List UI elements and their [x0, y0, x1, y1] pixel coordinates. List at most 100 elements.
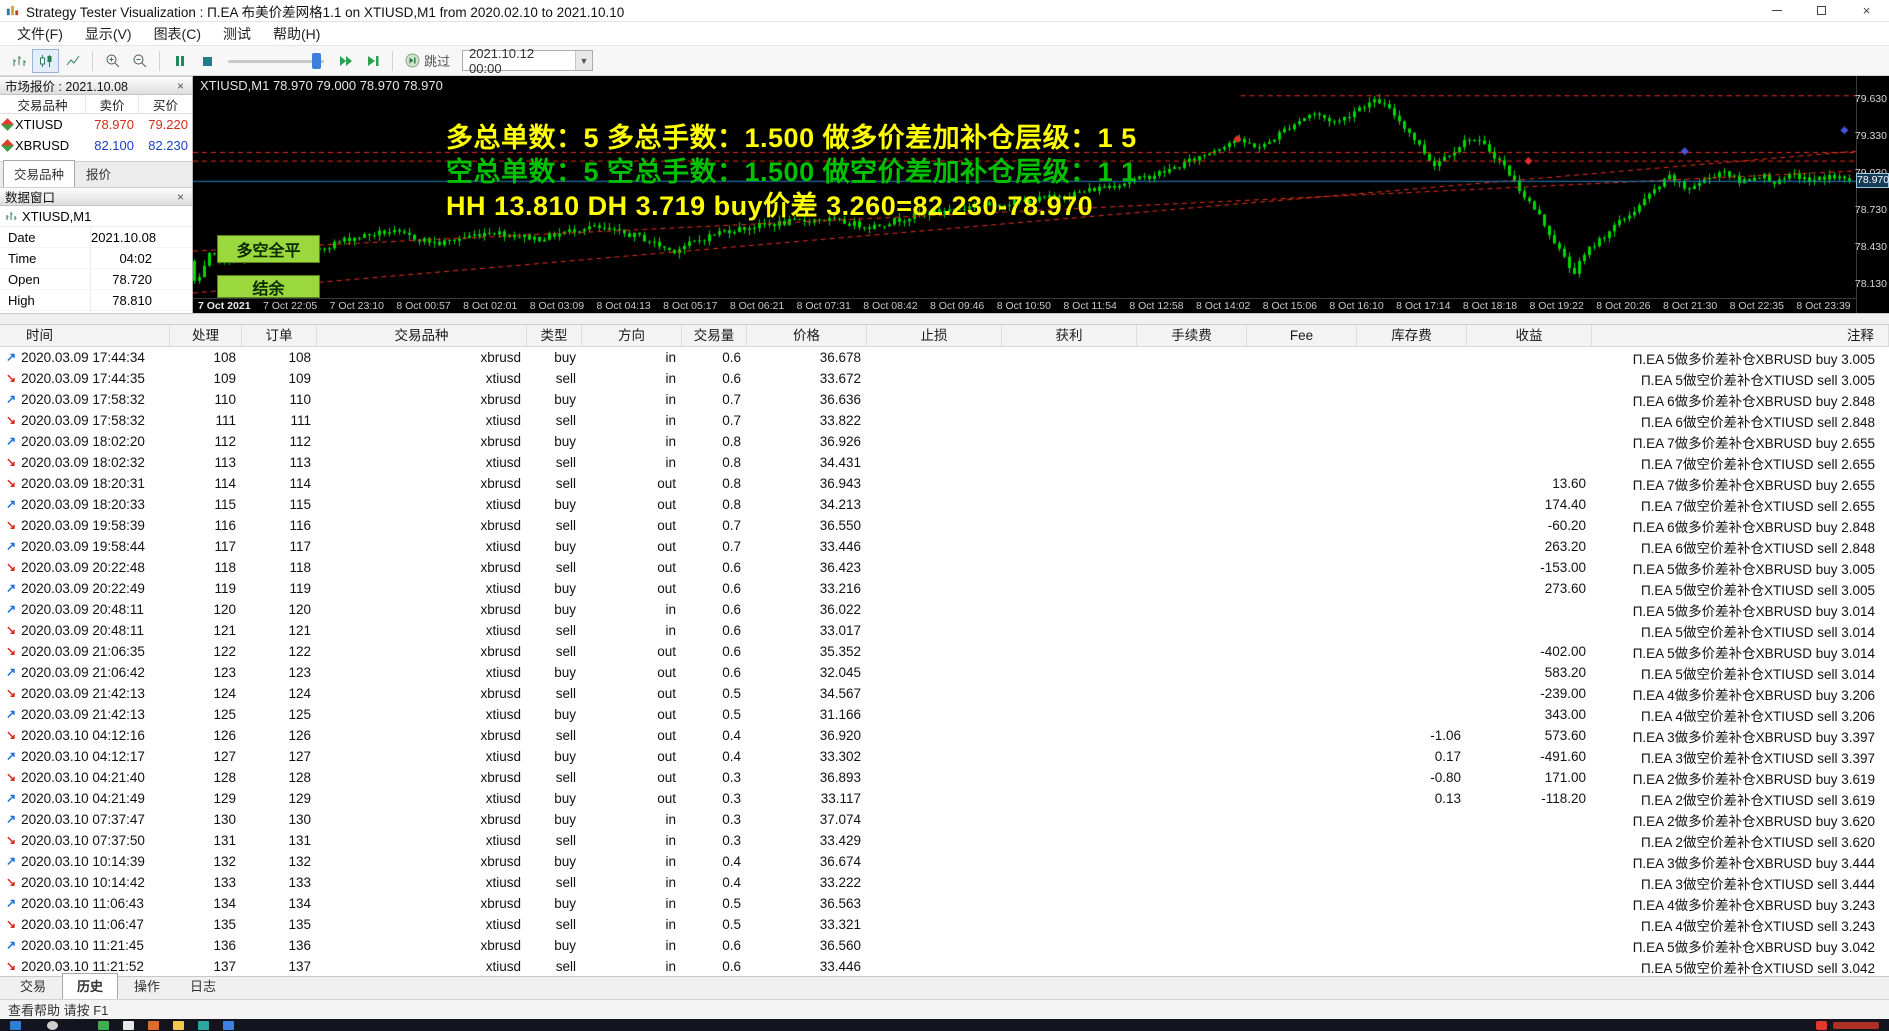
close-all-positions-button[interactable]: 多空全平 [217, 235, 320, 263]
minimize-button[interactable] [1754, 0, 1799, 21]
market-watch-row[interactable]: XBRUSD 82.100 82.230 [0, 135, 192, 156]
column-header[interactable]: 止损 [867, 325, 1002, 346]
history-row[interactable]: ↗ 2020.03.09 19:58:44 117 117 xtiusd buy out 0.… [0, 536, 1889, 557]
close-icon[interactable]: × [174, 79, 187, 93]
search-icon[interactable] [47, 1021, 58, 1030]
bar-chart-mode-button[interactable] [5, 49, 32, 73]
direction-cell: out [657, 560, 676, 575]
history-row[interactable]: ↘ 2020.03.10 11:06:47 135 135 xtiusd sell in 0.… [0, 914, 1889, 935]
slider-handle[interactable] [312, 52, 321, 69]
history-row[interactable]: ↘ 2020.03.09 17:58:32 111 111 xtiusd sell in 0.… [0, 410, 1889, 431]
mw-column-header[interactable]: 卖价 [86, 94, 139, 114]
column-header[interactable]: 交易品种 [317, 325, 527, 346]
line-chart-mode-button[interactable] [59, 49, 86, 73]
close-icon[interactable]: × [174, 190, 187, 204]
pause-button[interactable] [166, 49, 193, 73]
menu-item[interactable]: 显示(V) [74, 22, 143, 46]
tab-历史[interactable]: 历史 [62, 973, 119, 999]
menu-item[interactable]: 文件(F) [6, 22, 74, 46]
taskbar-app-icon[interactable] [173, 1021, 184, 1030]
taskbar-app-icon[interactable] [148, 1021, 159, 1030]
taskbar-app-icon[interactable] [198, 1021, 209, 1030]
column-header[interactable]: 处理 [170, 325, 242, 346]
pause-icon [175, 55, 184, 66]
taskbar-app-icon[interactable] [98, 1021, 109, 1030]
history-row[interactable]: ↗ 2020.03.10 07:37:47 130 130 xbrusd buy in 0.3… [0, 809, 1889, 830]
panel-splitter[interactable] [0, 313, 1889, 325]
tab-日志[interactable]: 日志 [176, 974, 230, 999]
deal-cell: 115 [214, 497, 236, 512]
speed-slider[interactable] [228, 51, 324, 71]
zoom-out-button[interactable] [126, 49, 153, 73]
history-row[interactable]: ↘ 2020.03.09 20:22:48 118 118 xbrusd sell out 0… [0, 557, 1889, 578]
zoom-in-button[interactable] [99, 49, 126, 73]
type-cell: buy [554, 602, 576, 617]
history-row[interactable]: ↗ 2020.03.09 21:06:42 123 123 xtiusd buy out 0.… [0, 662, 1889, 683]
history-row[interactable]: ↘ 2020.03.10 04:12:16 126 126 xbrusd sell out 0… [0, 725, 1889, 746]
history-row[interactable]: ↘ 2020.03.10 04:21:40 128 128 xbrusd sell out 0… [0, 767, 1889, 788]
stop-button[interactable] [193, 49, 220, 73]
history-row[interactable]: ↘ 2020.03.10 10:14:42 133 133 xtiusd sell in 0.… [0, 872, 1889, 893]
column-header[interactable]: 方向 [582, 325, 682, 346]
column-header[interactable]: 获利 [1002, 325, 1137, 346]
history-row[interactable]: ↗ 2020.03.10 04:12:17 127 127 xtiusd buy out 0.… [0, 746, 1889, 767]
mw-column-header[interactable]: 交易品种 [0, 94, 86, 114]
history-row[interactable]: ↘ 2020.03.09 21:42:13 124 124 xbrusd sell out 0… [0, 683, 1889, 704]
history-row[interactable]: ↗ 2020.03.09 21:42:13 125 125 xtiusd buy out 0.… [0, 704, 1889, 725]
history-row[interactable]: ↘ 2020.03.09 17:44:35 109 109 xtiusd sell in 0.… [0, 368, 1889, 389]
history-row[interactable]: ↗ 2020.03.09 18:20:33 115 115 xtiusd buy out 0.… [0, 494, 1889, 515]
column-header[interactable]: 库存费 [1357, 325, 1467, 346]
column-header[interactable]: 时间 [0, 325, 170, 346]
menu-item[interactable]: 测试 [212, 22, 262, 46]
history-row[interactable]: ↘ 2020.03.09 21:06:35 122 122 xbrusd sell out 0… [0, 641, 1889, 662]
tab-操作[interactable]: 操作 [120, 974, 174, 999]
price-scale[interactable]: 79.63079.33079.03078.73078.43078.13078.9… [1855, 76, 1889, 313]
time-axis[interactable]: 7 Oct 2021 7 Oct 22:05 7 Oct 23:10 8 Oct 00… [193, 298, 1856, 313]
column-header[interactable]: 类型 [527, 325, 582, 346]
column-header[interactable]: 收益 [1467, 325, 1592, 346]
history-row[interactable]: ↗ 2020.03.09 18:02:20 112 112 xbrusd buy in 0.8… [0, 431, 1889, 452]
menu-item[interactable]: 帮助(H) [262, 22, 331, 46]
close-button[interactable]: × [1844, 0, 1889, 21]
order-cell: 133 [288, 875, 311, 890]
history-row[interactable]: ↗ 2020.03.10 04:21:49 129 129 xtiusd buy out 0.… [0, 788, 1889, 809]
history-row[interactable]: ↗ 2020.03.10 11:21:45 136 136 xbrusd buy in 0.6… [0, 935, 1889, 956]
history-row[interactable]: ↘ 2020.03.09 19:58:39 116 116 xbrusd sell out 0… [0, 515, 1889, 536]
balance-button[interactable]: 结余 [217, 275, 320, 298]
mw-tab-交易品种[interactable]: 交易品种 [3, 160, 76, 187]
history-row[interactable]: ↘ 2020.03.09 18:20:31 114 114 xbrusd sell out 0… [0, 473, 1889, 494]
history-row[interactable]: ↗ 2020.03.09 20:22:49 119 119 xtiusd buy out 0.… [0, 578, 1889, 599]
history-row[interactable]: ↘ 2020.03.09 18:02:32 113 113 xtiusd sell in 0.… [0, 452, 1889, 473]
history-row[interactable]: ↗ 2020.03.09 17:58:32 110 110 xbrusd buy in 0.7… [0, 389, 1889, 410]
history-row[interactable]: ↗ 2020.03.10 11:06:43 134 134 xbrusd buy in 0.5… [0, 893, 1889, 914]
history-row[interactable]: ↘ 2020.03.09 20:48:11 121 121 xtiusd sell in 0.… [0, 620, 1889, 641]
skip-to-end-button[interactable] [359, 49, 386, 73]
tab-交易[interactable]: 交易 [6, 974, 60, 999]
menu-item[interactable]: 图表(C) [143, 22, 212, 46]
history-row[interactable]: ↗ 2020.03.09 20:48:11 120 120 xbrusd buy in 0.6… [0, 599, 1889, 620]
column-header[interactable]: 手续费 [1137, 325, 1247, 346]
mw-tab-报价[interactable]: 报价 [76, 161, 121, 187]
history-row[interactable]: ↗ 2020.03.10 10:14:39 132 132 xbrusd buy in 0.4… [0, 851, 1889, 872]
chevron-down-icon[interactable]: ▼ [575, 51, 593, 70]
column-header[interactable]: 注释 [1592, 325, 1889, 346]
history-row[interactable]: ↘ 2020.03.10 07:37:50 131 131 xtiusd sell in 0.… [0, 830, 1889, 851]
column-header[interactable]: Fee [1247, 325, 1357, 346]
column-header[interactable]: 价格 [747, 325, 867, 346]
mw-column-header[interactable]: 买价 [139, 95, 192, 114]
history-row[interactable]: ↘ 2020.03.10 11:21:52 137 137 xtiusd sell in 0.… [0, 956, 1889, 976]
taskbar-app-icon[interactable] [223, 1021, 234, 1030]
history-row[interactable]: ↗ 2020.03.09 17:44:34 108 108 xbrusd buy in 0.6… [0, 347, 1889, 368]
skip-to-date-button[interactable]: 跳过 [405, 51, 450, 70]
fast-forward-button[interactable] [332, 49, 359, 73]
deal-time-cell: ↘ 2020.03.09 18:02:32 [6, 455, 145, 470]
skip-date-picker[interactable]: 2021.10.12 00:00 ▼ [462, 46, 594, 76]
taskbar-app-icon[interactable] [123, 1021, 134, 1030]
column-header[interactable]: 订单 [242, 325, 317, 346]
start-button-icon[interactable] [10, 1021, 21, 1030]
notification-badge-icon[interactable] [1816, 1021, 1827, 1030]
column-header[interactable]: 交易量 [682, 325, 747, 346]
market-watch-row[interactable]: XTIUSD 78.970 79.220 [0, 114, 192, 135]
candle-chart-mode-button[interactable] [32, 48, 59, 73]
maximize-button[interactable] [1799, 0, 1844, 21]
